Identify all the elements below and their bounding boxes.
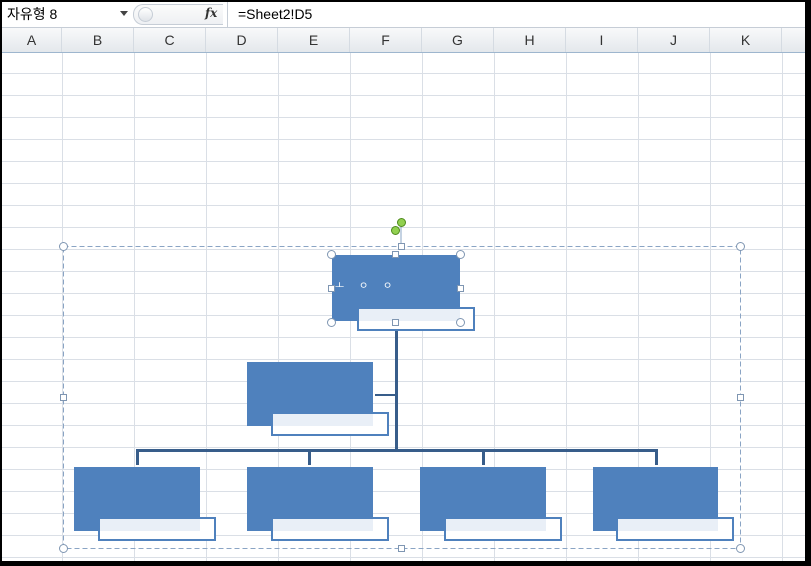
column-header-a[interactable]: A xyxy=(2,28,62,52)
formula-input-separator xyxy=(227,2,228,27)
name-box-dropdown-icon[interactable] xyxy=(120,11,128,16)
name-box[interactable]: 자유형 8 xyxy=(2,4,133,25)
formula-bar-resize-handle[interactable] xyxy=(138,7,153,22)
column-header-b[interactable]: B xyxy=(62,28,134,52)
column-header-c[interactable]: C xyxy=(134,28,206,52)
column-header-h[interactable]: H xyxy=(494,28,566,52)
column-header-i[interactable]: I xyxy=(566,28,638,52)
column-header-k[interactable]: K xyxy=(710,28,782,52)
column-header-j[interactable]: J xyxy=(638,28,710,52)
insert-function-icon[interactable]: fx xyxy=(205,6,217,20)
column-headers: A B C D E F G H I J K xyxy=(2,28,805,53)
column-header-d[interactable]: D xyxy=(206,28,278,52)
column-header-e[interactable]: E xyxy=(278,28,350,52)
column-header-f[interactable]: F xyxy=(350,28,422,52)
excel-window: 자유형 8 fx =Sheet2!D5 A B C D E F G H I J … xyxy=(2,2,805,561)
cell-grid[interactable] xyxy=(2,53,805,561)
formula-input[interactable]: =Sheet2!D5 xyxy=(238,4,312,25)
formula-bar: 자유형 8 fx =Sheet2!D5 xyxy=(2,2,805,28)
column-header-g[interactable]: G xyxy=(422,28,494,52)
